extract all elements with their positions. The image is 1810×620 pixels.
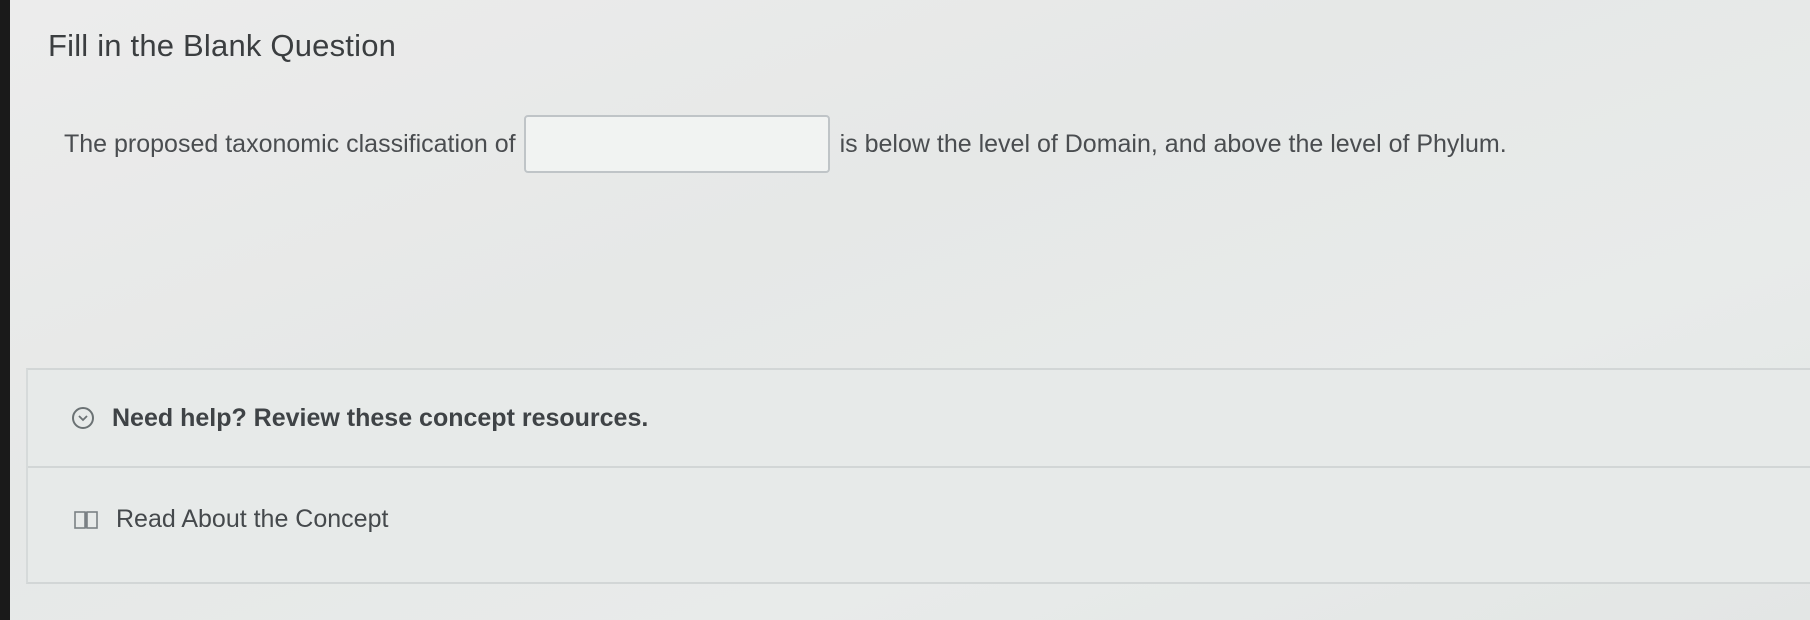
prompt-text-before: The proposed taxonomic classification of bbox=[64, 129, 516, 158]
chevron-down-circle-icon bbox=[72, 407, 94, 429]
read-about-concept-label: Read About the Concept bbox=[116, 505, 389, 533]
help-resources-panel: Need help? Review these concept resource… bbox=[26, 368, 1810, 584]
help-toggle[interactable]: Need help? Review these concept resource… bbox=[28, 370, 1810, 468]
help-toggle-label: Need help? Review these concept resource… bbox=[112, 403, 649, 432]
book-icon bbox=[74, 509, 98, 531]
question-prompt: The proposed taxonomic classification of… bbox=[64, 115, 1507, 173]
read-about-concept-link[interactable]: Read About the Concept bbox=[74, 505, 388, 534]
question-page: Fill in the Blank Question The proposed … bbox=[10, 0, 1810, 620]
fill-in-blank-input[interactable] bbox=[523, 115, 830, 173]
prompt-text-after: is below the level of Domain, and above … bbox=[839, 129, 1507, 158]
question-title: Fill in the Blank Question bbox=[48, 28, 397, 63]
screen-bezel bbox=[0, 0, 10, 620]
